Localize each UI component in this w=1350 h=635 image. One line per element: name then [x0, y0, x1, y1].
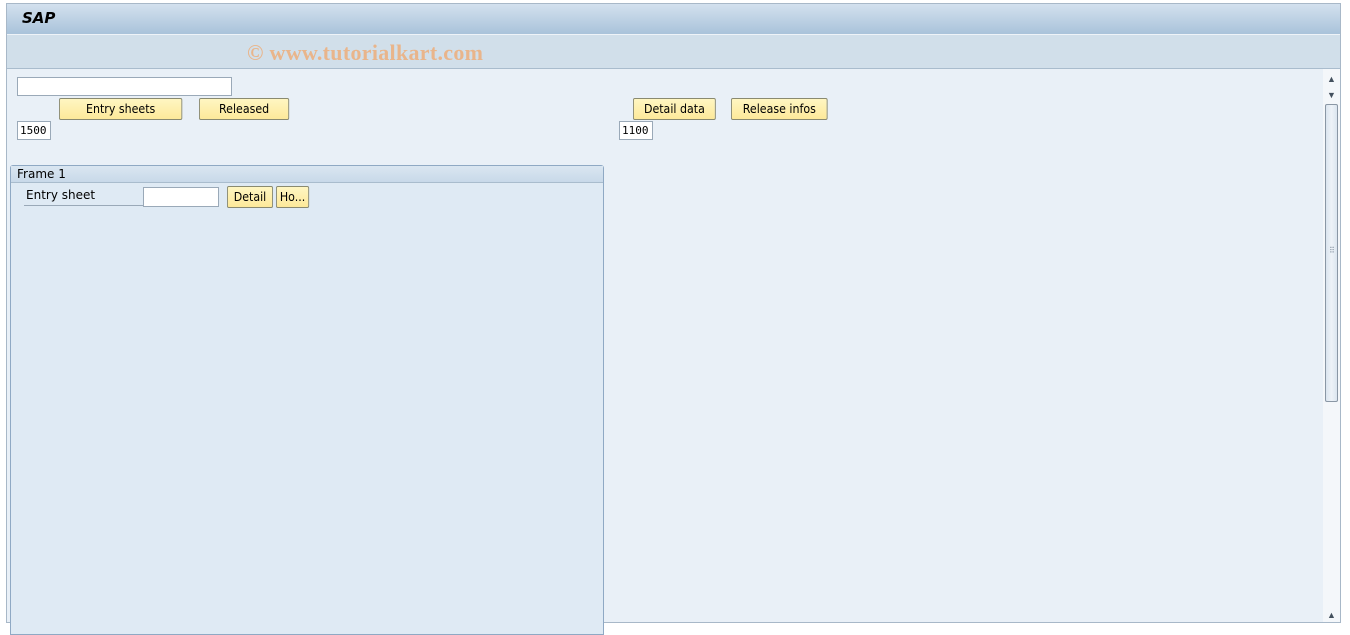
entry-sheet-label: Entry sheet [24, 188, 144, 206]
detail-data-button[interactable]: Detail data [633, 98, 716, 120]
vertical-scrollbar[interactable]: ▲ ▼ ⠿ ▲ [1323, 69, 1340, 622]
top-input-field[interactable] [17, 77, 232, 96]
release-infos-button[interactable]: Release infos [731, 98, 828, 120]
toolbar: © www.tutorialkart.com [7, 35, 1340, 69]
frame-1: Frame 1 Entry sheet Detail Ho... [10, 165, 604, 635]
detail-button[interactable]: Detail [227, 186, 273, 208]
ho-button[interactable]: Ho... [276, 186, 310, 208]
window-title: SAP [22, 9, 56, 27]
right-value-field[interactable]: 1100 [619, 121, 653, 140]
scroll-bottom-up-icon[interactable]: ▲ [1323, 608, 1340, 622]
main-content: Entry sheets Released Detail data Releas… [7, 69, 1340, 635]
scroll-up-icon[interactable]: ▲ [1323, 72, 1340, 86]
scroll-down-icon[interactable]: ▼ [1323, 88, 1340, 102]
title-bar: SAP [7, 4, 1340, 35]
watermark: © www.tutorialkart.com [247, 40, 484, 65]
sap-window: SAP © www.tutorialkart.com Entry sheets … [6, 3, 1341, 635]
scrollbar-thumb[interactable]: ⠿ [1325, 104, 1338, 402]
grip-icon: ⠿ [1329, 246, 1335, 255]
entry-sheets-button[interactable]: Entry sheets [59, 98, 183, 120]
frame-title: Frame 1 [11, 166, 603, 183]
entry-sheet-input[interactable] [143, 187, 219, 207]
released-button[interactable]: Released [199, 98, 290, 120]
left-value-field[interactable]: 1500 [17, 121, 51, 140]
